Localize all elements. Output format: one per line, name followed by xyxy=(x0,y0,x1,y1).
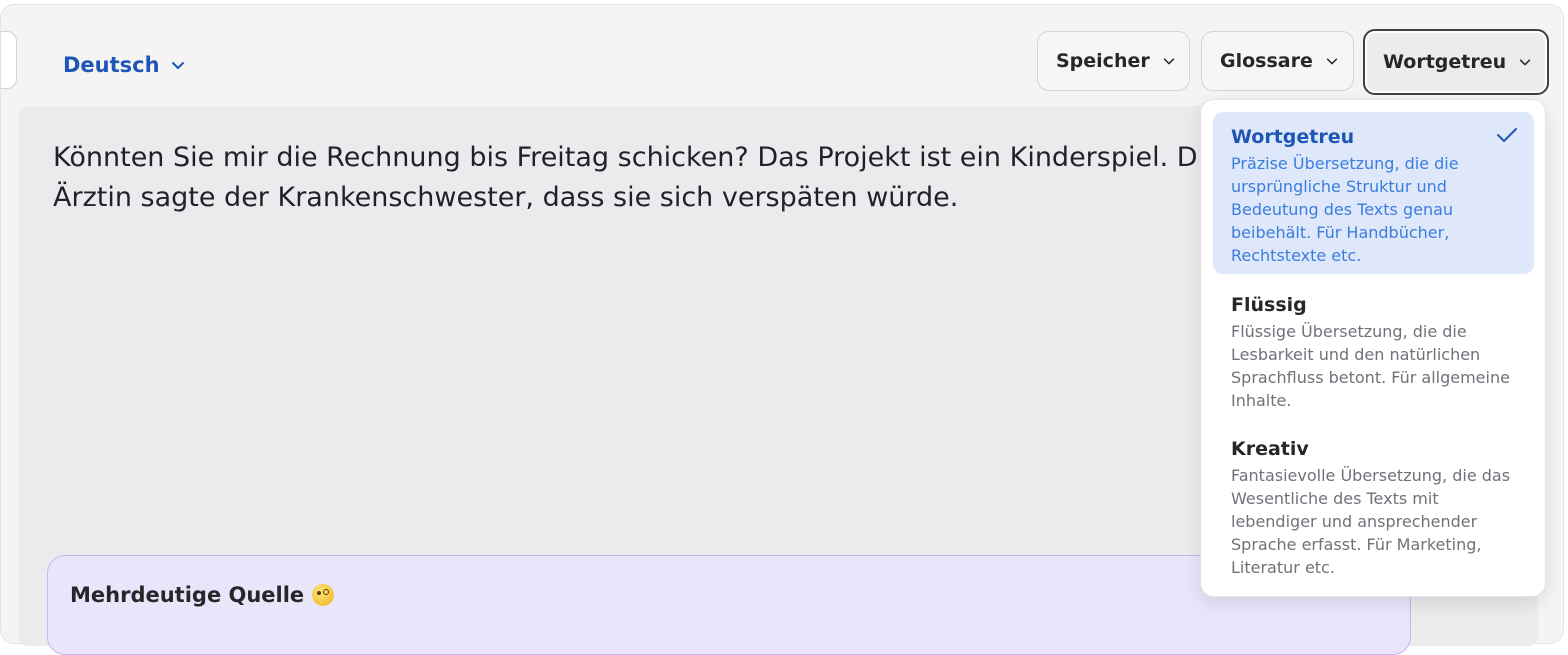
ambiguity-card-title: Mehrdeutige Quelle xyxy=(70,583,335,607)
translated-text: Könnten Sie mir die Rechnung bis Freitag… xyxy=(53,142,1222,213)
target-language-select[interactable]: Deutsch xyxy=(63,46,186,84)
style-option-title: Wortgetreu xyxy=(1231,126,1355,148)
chevron-down-icon xyxy=(170,57,186,73)
target-language-label: Deutsch xyxy=(63,53,160,77)
glossary-button-label: Glossare xyxy=(1220,50,1313,72)
style-option-description: Flüssige Übersetzung, die die Lesbarkeit… xyxy=(1231,322,1510,410)
glossary-button[interactable]: Glossare xyxy=(1201,31,1354,91)
translation-style-label: Wortgetreu xyxy=(1383,51,1507,73)
memory-button-label: Speicher xyxy=(1056,50,1150,72)
face-with-monocle-icon xyxy=(312,584,335,606)
style-option-creative[interactable]: Kreativ Fantasievolle Übersetzung, die d… xyxy=(1213,424,1534,584)
ambiguity-title-text: Mehrdeutige Quelle xyxy=(70,583,305,607)
style-option-fluent[interactable]: Flüssig Flüssige Übersetzung, die die Le… xyxy=(1213,280,1534,418)
left-panel-edge xyxy=(1,31,17,89)
chevron-down-icon xyxy=(1162,54,1176,68)
memory-button[interactable]: Speicher xyxy=(1037,31,1190,91)
check-icon xyxy=(1496,126,1518,148)
style-option-description: Fantasievolle Übersetzung, die das Wesen… xyxy=(1231,466,1511,577)
style-option-title: Flüssig xyxy=(1231,294,1307,316)
style-option-title: Kreativ xyxy=(1231,438,1309,460)
translation-style-dropdown: Wortgetreu Präzise Übersetzung, die die … xyxy=(1200,99,1546,597)
style-option-literal[interactable]: Wortgetreu Präzise Übersetzung, die die … xyxy=(1213,112,1534,274)
chevron-down-icon xyxy=(1518,55,1532,69)
chevron-down-icon xyxy=(1325,54,1339,68)
style-option-description: Präzise Übersetzung, die die ursprünglic… xyxy=(1231,154,1459,265)
translation-style-button[interactable]: Wortgetreu xyxy=(1363,29,1549,95)
